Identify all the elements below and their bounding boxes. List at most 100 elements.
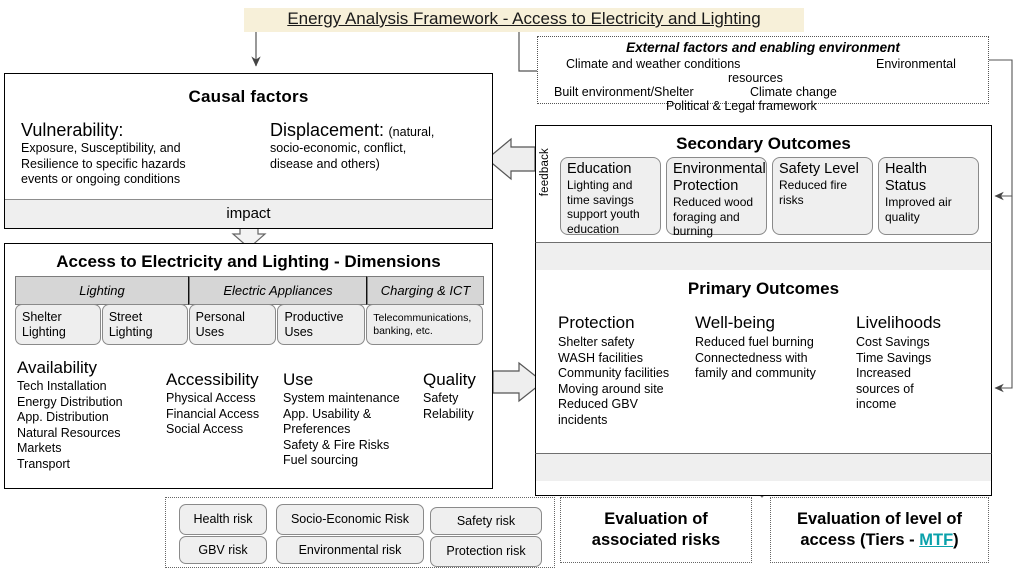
dimension-group-appliances: Electric Appliances [189,276,367,305]
evaluation-access-suffix: ) [953,531,959,549]
risk-protection[interactable]: Protection risk [430,536,542,567]
use-item: App. Usability & [283,406,372,421]
displacement-line: disease and others) [270,156,380,171]
risk-gbv[interactable]: GBV risk [179,536,267,564]
quality-item: Safety [423,391,459,405]
use-item: Safety & Fire Risks [283,437,390,452]
protection-item: Moving around site [558,381,664,396]
use-title: Use [283,370,314,389]
dimension-group-lighting: Lighting [15,276,189,305]
displacement-title: Displacement: [270,120,385,140]
secondary-card-desc: Reduced fire risks [779,178,848,207]
dimension-shelter-lighting[interactable]: Shelter Lighting [15,304,101,345]
dimensions-subitem-row: Shelter Lighting Street Lighting Persona… [15,304,484,345]
secondary-card-desc: Improved air quality [885,195,952,224]
causal-column-vulnerability: Vulnerability: Exposure, Susceptibility,… [21,119,261,188]
risk-socio-economic[interactable]: Socio-Economic Risk [276,504,424,535]
dimension-column-availability: Availability Tech Installation Energy Di… [17,357,167,472]
external-factors-heading: External factors and enabling environmen… [626,40,900,55]
dimensions-group-header-row: Lighting Electric Appliances Charging & … [15,276,484,305]
vulnerability-line: Exposure, Susceptibility, and [21,141,181,155]
displacement-paren: (natural, [388,125,435,139]
dimensions-columns: Availability Tech Installation Energy Di… [17,357,492,482]
availability-item: App. Distribution [17,410,109,424]
dimension-telecommunications[interactable]: Telecommunications, banking, etc. [366,304,483,345]
external-factor-resources: resources [728,71,783,85]
secondary-card-education[interactable]: Education Lighting and time savings supp… [560,157,661,236]
outcomes-bottom-stub [535,481,992,496]
secondary-card-title: Environmental Protection [673,161,766,194]
external-factor-climate-change: Climate change [750,85,837,99]
vulnerability-title: Vulnerability: [21,120,124,140]
causal-factors-heading: Causal factors [188,87,309,106]
wellbeing-title: Well-being [695,313,776,332]
dimension-personal-uses[interactable]: Personal Uses [188,304,277,345]
use-item: System maintenance [283,391,400,405]
causal-factors-panel: Causal factors Vulnerability: Exposure, … [4,73,493,229]
availability-item: Energy Distribution [17,394,123,409]
protection-item: Reduced GBV [558,397,638,411]
displacement-line: socio-economic, conflict, [270,141,407,155]
livelihoods-title: Livelihoods [856,313,942,332]
availability-item: Transport [17,456,71,471]
protection-title: Protection [558,313,635,332]
wellbeing-item: Reduced fuel burning [695,335,814,349]
page-title: Energy Analysis Framework - Access to El… [244,8,804,32]
secondary-card-title: Health Status [885,161,927,194]
availability-item: Markets [17,441,62,455]
secondary-card-safety-level[interactable]: Safety Level Reduced fire risks [772,157,873,235]
outcomes-column: feedback Secondary Outcomes Education Li… [535,125,992,496]
feedback-arrow-icon [486,137,536,181]
dimensions-table: Lighting Electric Appliances Charging & … [15,276,484,345]
primary-outcomes-panel: Primary Outcomes Protection Shelter safe… [535,270,992,453]
availability-title: Availability [17,358,98,377]
wellbeing-item: Connectedness with [695,350,808,365]
accessibility-item: Social Access [166,422,244,436]
primary-column-livelihoods: Livelihoods Cost Savings Time Savings In… [856,312,966,413]
secondary-card-desc: Reduced wood foraging and burning [673,195,754,238]
primary-column-protection: Protection Shelter safety WASH facilitie… [558,312,698,428]
primary-outcome-columns: Protection Shelter safety WASH facilitie… [558,312,978,442]
impact-bar: impact [5,199,492,228]
external-factor-built-environment: Built environment/Shelter [554,85,694,99]
mtf-link[interactable]: MTF [919,531,953,549]
dimension-column-quality: Quality Safety Relability [423,369,503,422]
dimension-column-use: Use System maintenance App. Usability & … [283,369,423,469]
dimension-column-accessibility: Accessibility Physical Access Financial … [166,369,283,438]
livelihoods-item: income [856,397,897,411]
external-factor-environmental: Environmental [876,57,956,71]
secondary-outcomes-heading: Secondary Outcomes [676,134,851,153]
outcomes-separator-lower [535,453,992,483]
dimension-street-lighting[interactable]: Street Lighting [101,304,188,345]
causal-column-displacement: Displacement: (natural, socio-economic, … [270,119,485,172]
livelihoods-item: Increased [856,366,911,380]
secondary-card-environmental-protection[interactable]: Environmental Protection Reduced wood fo… [666,157,767,238]
evaluation-of-associated-risks-label: Evaluation of associated risks [560,497,752,563]
vulnerability-line: Resilience to specific hazards [21,156,186,171]
risk-environmental[interactable]: Environmental risk [276,536,424,564]
risk-health[interactable]: Health risk [179,504,267,535]
secondary-card-desc: Lighting and time savings support youth … [567,178,640,236]
protection-item: incidents [558,412,608,427]
dimension-group-charging-ict: Charging & ICT [367,276,484,305]
dimension-productive-uses[interactable]: Productive Uses [277,304,366,345]
dimensions-panel: Access to Electricity and Lighting - Dim… [4,243,493,489]
primary-column-wellbeing: Well-being Reduced fuel burning Connecte… [695,312,845,382]
external-factor-political-legal: Political & Legal framework [666,99,817,113]
outcomes-separator-upper [535,242,992,272]
associated-risks-panel: Health risk Socio-Economic Risk Safety r… [165,497,555,568]
primary-outcomes-heading: Primary Outcomes [687,279,840,298]
accessibility-title: Accessibility [166,370,259,389]
protection-item: Shelter safety [558,335,635,349]
livelihoods-item: Cost Savings [856,335,930,349]
availability-item: Tech Installation [17,379,107,393]
accessibility-item: Financial Access [166,406,260,421]
dimensions-heading: Access to Electricity and Lighting - Dim… [56,252,441,271]
wellbeing-item: family and community [695,366,816,380]
protection-item: WASH facilities [558,350,643,365]
quality-title: Quality [423,370,476,389]
secondary-outcome-cards: Education Lighting and time savings supp… [560,157,984,238]
risk-safety[interactable]: Safety risk [430,507,542,535]
secondary-card-health-status[interactable]: Health Status Improved air quality [878,157,979,235]
secondary-card-title: Education [567,161,632,177]
